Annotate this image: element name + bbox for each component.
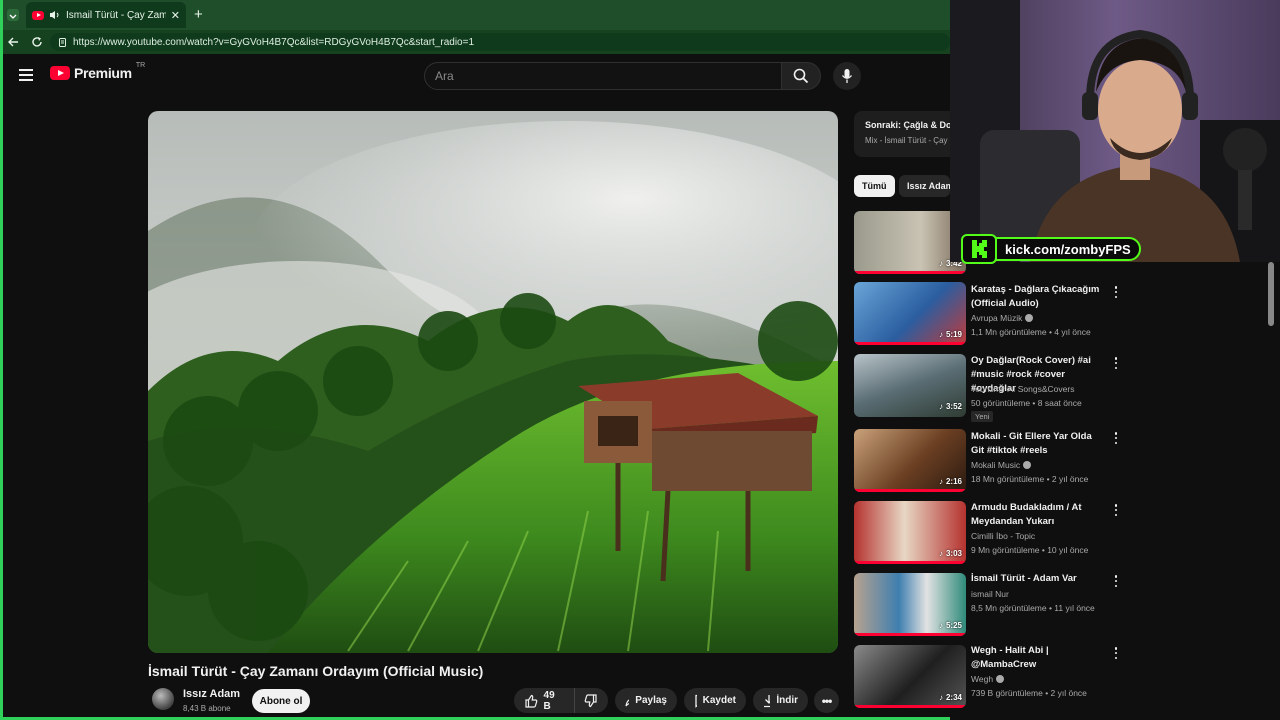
verified-icon (996, 675, 1005, 683)
playlist-item-meta: 9 Mn görüntüleme • 10 yıl önce (971, 545, 1089, 555)
streamer-webcam-overlay (950, 0, 1280, 262)
playlist-item-meta: 1,1 Mn görüntüleme • 4 yıl önce (971, 327, 1091, 337)
playlist-item-title[interactable]: Mokali - Git Ellere Yar Olda Git #tiktok… (971, 430, 1106, 458)
playlist-item-channel: Tebrizmir AI Songs&Covers (971, 384, 1075, 394)
kick-channel-url: kick.com/zombyFPS (995, 237, 1141, 261)
verified-icon (1023, 461, 1032, 469)
playlist-item-channel: Wegh (971, 674, 1005, 684)
kick-logo-icon (961, 234, 997, 264)
playlist-item-channel: ismail Nur (971, 589, 1009, 599)
playlist-item-channel: Cimilli İbo - Topic (971, 531, 1036, 541)
item-menu-icon[interactable] (1114, 357, 1118, 369)
item-menu-icon[interactable] (1114, 647, 1118, 659)
kick-badge: kick.com/zombyFPS (961, 234, 1141, 264)
item-menu-icon[interactable] (1114, 286, 1118, 298)
verified-icon (1025, 314, 1034, 322)
playlist-item-meta: 8,5 Mn görüntüleme • 11 yıl önce (971, 603, 1095, 613)
overlay-frame (0, 0, 950, 720)
new-badge: Yeni (971, 411, 994, 422)
playlist-item-channel: Mokali Music (971, 460, 1032, 470)
item-menu-icon[interactable] (1114, 504, 1118, 516)
playlist-item-meta: 18 Mn görüntüleme • 2 yıl önce (971, 474, 1089, 484)
playlist-item-title[interactable]: İsmail Türüt - Adam Var (971, 572, 1106, 586)
playlist-item-title[interactable]: Karataş - Dağlara Çıkacağım (Official Au… (971, 283, 1106, 311)
webcam-feed (950, 0, 1280, 262)
playlist-item-meta: 739 B görüntüleme • 2 yıl önce (971, 688, 1087, 698)
playlist-item-meta: 50 görüntüleme • 8 saat önce (971, 398, 1082, 408)
item-menu-icon[interactable] (1114, 575, 1118, 587)
playlist-item-channel: Avrupa Müzik (971, 313, 1034, 323)
item-menu-icon[interactable] (1114, 432, 1118, 444)
playlist-item-title[interactable]: Wegh - Halit Abi | @MambaCrew (971, 644, 1106, 672)
page-scrollbar-thumb[interactable] (1268, 262, 1274, 326)
playlist-item-title[interactable]: Armudu Budakladım / At Meydandan Yukarı (971, 501, 1106, 529)
